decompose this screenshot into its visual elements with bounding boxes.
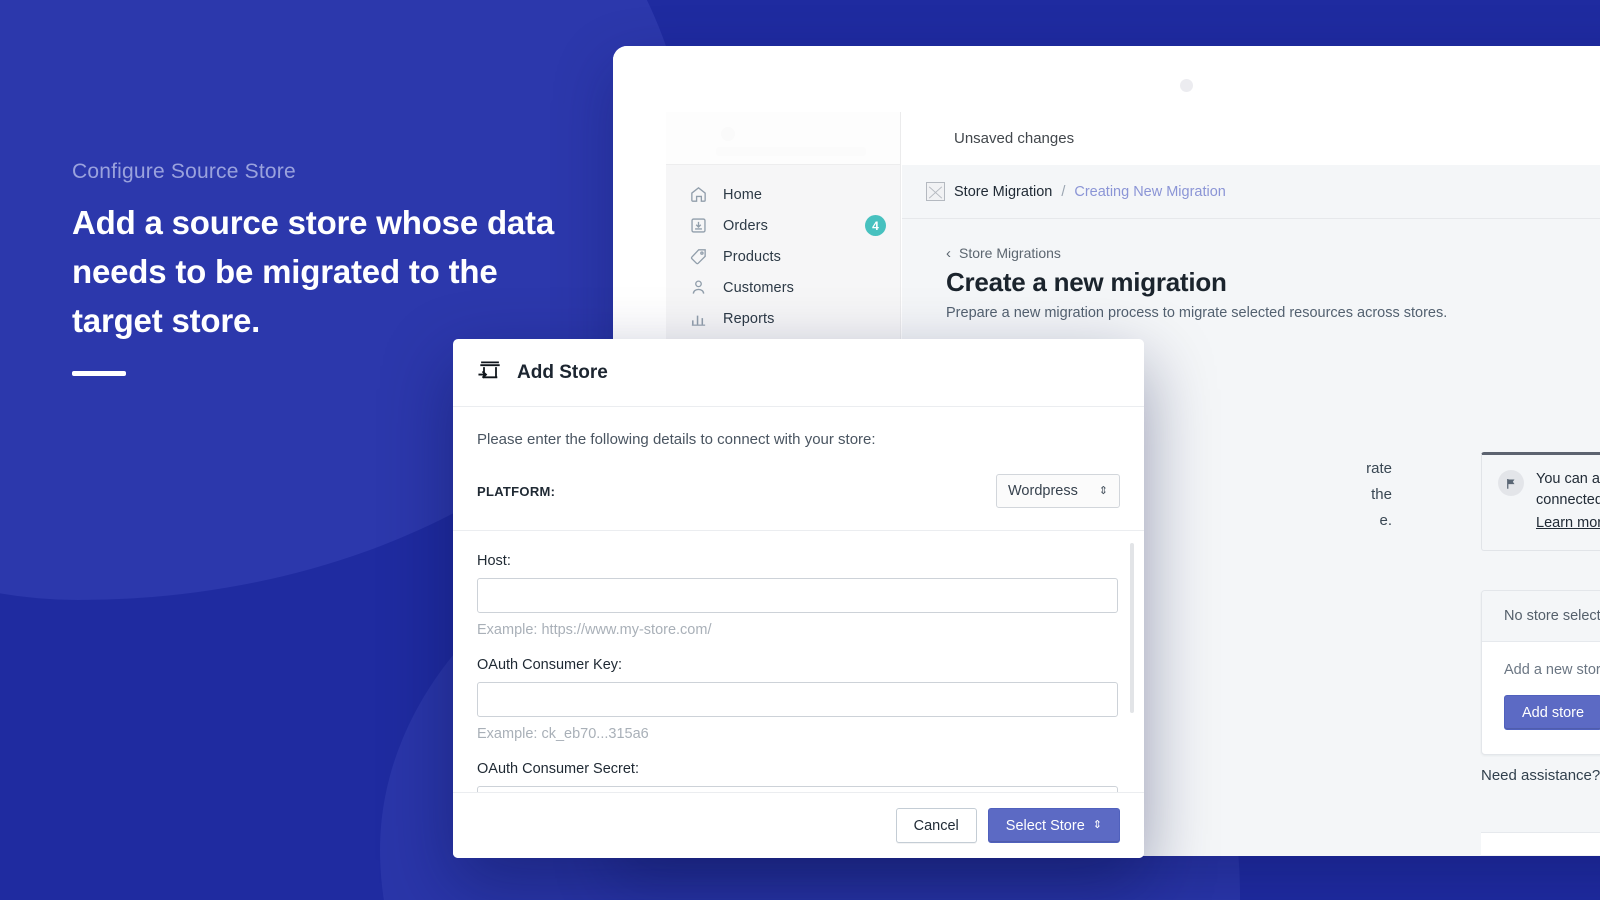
- store-card: No store selected. Add a new store or se…: [1481, 590, 1600, 755]
- select-store-label: Select Store: [1006, 818, 1085, 834]
- modal-header: Add Store: [453, 339, 1144, 407]
- host-label: Host:: [477, 553, 1120, 569]
- chevron-left-icon: ‹: [946, 246, 951, 261]
- page-header: ‹ Store Migrations Create a new migratio…: [902, 219, 1600, 321]
- platform-label: PLATFORM:: [477, 484, 555, 499]
- modal-form-scroll-area[interactable]: Host: Example: https://www.my-store.com/…: [453, 531, 1144, 792]
- app-topbar: [613, 46, 1600, 118]
- tag-icon: [688, 247, 708, 267]
- breadcrumb: Store Migration / Creating New Migration: [902, 165, 1600, 219]
- sidebar-item-orders[interactable]: Orders 4: [666, 210, 900, 241]
- no-store-selected-status: No store selected.: [1482, 591, 1600, 642]
- page-subtitle: Prepare a new migration process to migra…: [946, 305, 1600, 321]
- sidebar-nav: Home Orders 4: [666, 165, 900, 334]
- unsaved-changes-bar: Unsaved changes: [902, 112, 1600, 165]
- add-store-modal: Add Store Please enter the following det…: [453, 339, 1144, 858]
- sidebar-item-reports[interactable]: Reports: [666, 303, 900, 334]
- inbox-download-icon: [688, 216, 708, 236]
- sidebar-item-label: Customers: [723, 280, 794, 296]
- host-input[interactable]: [477, 578, 1118, 613]
- consumer-key-label: OAuth Consumer Key:: [477, 657, 1120, 673]
- bar-chart-icon: [688, 309, 708, 329]
- consumer-key-field-group: OAuth Consumer Key: Example: ck_eb70...3…: [477, 657, 1120, 742]
- platform-selected-value: Wordpress: [1008, 483, 1078, 499]
- consumer-secret-label: OAuth Consumer Secret:: [477, 761, 1120, 777]
- host-hint: Example: https://www.my-store.com/: [477, 622, 1120, 638]
- home-icon: [688, 185, 708, 205]
- modal-intro: Please enter the following details to co…: [453, 407, 1144, 448]
- updown-arrows-icon: ⇕: [1099, 486, 1108, 497]
- hero-rule: [72, 371, 126, 376]
- sidebar-placeholder-avatar: [721, 127, 735, 141]
- learn-more-link[interactable]: Learn more about adding new stores.: [1536, 513, 1600, 534]
- back-to-store-migrations-link[interactable]: ‹ Store Migrations: [946, 245, 1600, 261]
- platform-row: PLATFORM: Wordpress ⇕: [453, 448, 1144, 531]
- assistance-line: Need assistance? Contact us at support@w…: [1481, 767, 1600, 784]
- avatar-dot-icon[interactable]: [1180, 79, 1193, 92]
- occluded-paragraph: rate the e.: [1192, 456, 1392, 534]
- platform-select[interactable]: Wordpress ⇕: [996, 474, 1120, 508]
- sidebar-item-customers[interactable]: Customers: [666, 272, 900, 303]
- host-field-group: Host: Example: https://www.my-store.com/: [477, 553, 1120, 638]
- modal-footer: Cancel Select Store ⇕: [453, 792, 1144, 858]
- store-add-icon: [477, 357, 503, 388]
- consumer-secret-input[interactable]: [477, 786, 1118, 792]
- person-icon: [688, 278, 708, 298]
- modal-lead-text: Please enter the following details to co…: [477, 431, 1120, 448]
- sidebar-item-label: Reports: [723, 311, 774, 327]
- occluded-line-2: the: [1192, 482, 1392, 508]
- orders-badge: 4: [865, 215, 886, 236]
- occluded-line-1: rate: [1192, 456, 1392, 482]
- placeholder-image-icon: [926, 182, 945, 201]
- consumer-key-hint: Example: ck_eb70...315a6: [477, 726, 1120, 742]
- sidebar-placeholder-bar: [716, 147, 866, 156]
- sidebar-item-label: Products: [723, 249, 781, 265]
- modal-title: Add Store: [517, 362, 608, 384]
- breadcrumb-current: Creating New Migration: [1074, 184, 1226, 200]
- info-banner-text: You can add a new store or select one fr…: [1536, 469, 1600, 534]
- back-link-label: Store Migrations: [959, 245, 1061, 261]
- store-card-description: Add a new store or select one from previ…: [1504, 662, 1600, 678]
- hero-headline: Add a source store whose data needs to b…: [72, 198, 592, 345]
- sidebar-item-home[interactable]: Home: [666, 179, 900, 210]
- modal-scrollbar[interactable]: [1130, 543, 1134, 713]
- page-footer-strip: [1481, 832, 1600, 856]
- flag-icon: [1498, 470, 1524, 496]
- sidebar-item-label: Home: [723, 187, 762, 203]
- add-store-button[interactable]: Add store: [1504, 695, 1600, 730]
- cancel-button[interactable]: Cancel: [896, 808, 977, 843]
- store-card-actions: Add store Connected stores: [1504, 695, 1600, 730]
- info-banner-line-1: You can add a new store or select one fr…: [1536, 471, 1600, 487]
- hero-eyebrow: Configure Source Store: [72, 160, 592, 184]
- sidebar-header-placeholder: [666, 112, 900, 165]
- info-banner: You can add a new store or select one fr…: [1481, 452, 1600, 551]
- breadcrumb-separator: /: [1061, 184, 1065, 200]
- assistance-text: Need assistance? Contact us at: [1481, 767, 1600, 784]
- consumer-key-input[interactable]: [477, 682, 1118, 717]
- breadcrumb-primary[interactable]: Store Migration: [954, 184, 1052, 200]
- consumer-secret-field-group: OAuth Consumer Secret:: [477, 761, 1120, 792]
- occluded-line-3: e.: [1192, 508, 1392, 534]
- page-title: Create a new migration: [946, 267, 1600, 298]
- sidebar-item-label: Orders: [723, 218, 768, 234]
- store-card-body: Add a new store or select one from previ…: [1482, 642, 1600, 754]
- footer-placeholder-bar: [1481, 855, 1600, 856]
- updown-arrows-icon: ⇕: [1093, 820, 1102, 831]
- select-store-button[interactable]: Select Store ⇕: [988, 808, 1120, 843]
- info-banner-line-2: connected stores.: [1536, 492, 1600, 508]
- unsaved-changes-label: Unsaved changes: [954, 130, 1074, 147]
- sidebar-item-products[interactable]: Products: [666, 241, 900, 272]
